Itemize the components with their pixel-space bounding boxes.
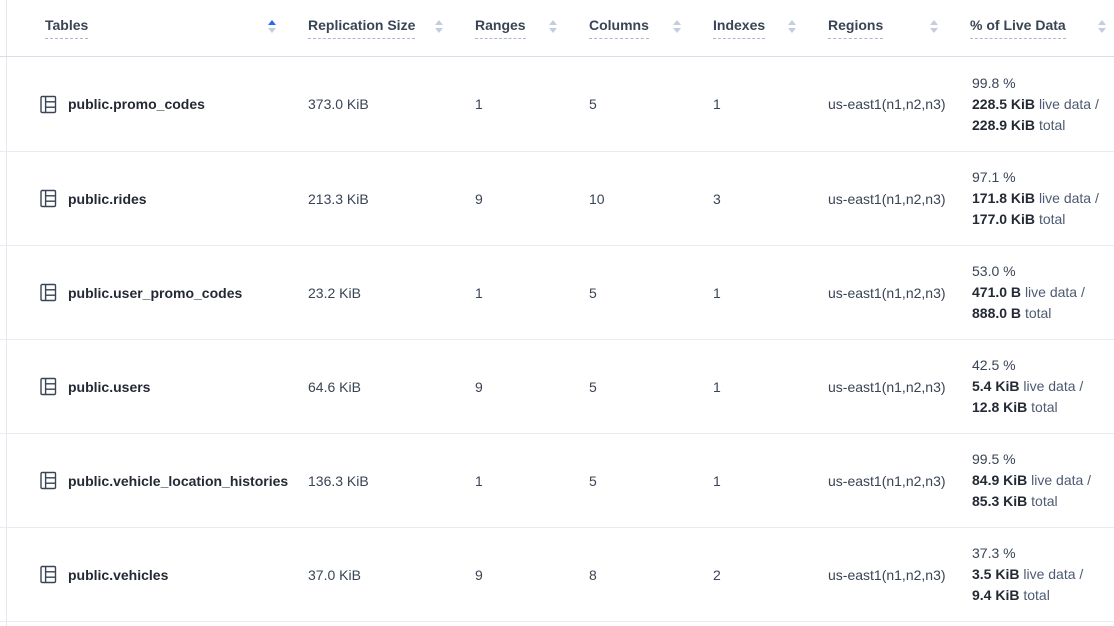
column-header-columns[interactable]: Columns <box>581 17 705 39</box>
regions-value: us-east1(n1,n2,n3) <box>820 96 962 112</box>
sort-icon <box>549 20 557 33</box>
ranges-value: 9 <box>467 567 581 583</box>
live-percent: 97.1 % <box>972 167 1114 188</box>
table-name-link[interactable]: public.promo_codes <box>68 96 205 112</box>
live-data-cell: 53.0 % 471.0 B live data / 888.0 B total <box>962 261 1114 324</box>
column-header-replication-size[interactable]: Replication Size <box>300 17 467 39</box>
columns-value: 5 <box>581 96 705 112</box>
table-name-link[interactable]: public.user_promo_codes <box>68 285 242 301</box>
ranges-value: 1 <box>467 473 581 489</box>
live-percent: 53.0 % <box>972 261 1114 282</box>
live-data-line: 5.4 KiB live data / <box>972 376 1114 397</box>
columns-value: 5 <box>581 379 705 395</box>
sort-icon <box>435 20 443 33</box>
regions-value: us-east1(n1,n2,n3) <box>820 567 962 583</box>
sort-icon <box>930 20 938 33</box>
live-percent: 37.3 % <box>972 543 1114 564</box>
table-name-link[interactable]: public.vehicles <box>68 567 168 583</box>
table-row: public.user_promo_codes 23.2 KiB 1 5 1 u… <box>0 245 1114 339</box>
table-row: public.vehicle_location_histories 136.3 … <box>0 433 1114 527</box>
table-icon <box>40 95 57 114</box>
total-data-line: 888.0 B total <box>972 303 1114 324</box>
total-data-line: 85.3 KiB total <box>972 491 1114 512</box>
live-data-cell: 37.3 % 3.5 KiB live data / 9.4 KiB total <box>962 543 1114 606</box>
regions-value: us-east1(n1,n2,n3) <box>820 285 962 301</box>
table-row: public.rides 213.3 KiB 9 10 3 us-east1(n… <box>0 151 1114 245</box>
sort-icon <box>673 20 681 33</box>
table-row: public.users 64.6 KiB 9 5 1 us-east1(n1,… <box>0 339 1114 433</box>
live-data-cell: 99.8 % 228.5 KiB live data / 228.9 KiB t… <box>962 73 1114 136</box>
column-label: Indexes <box>713 17 765 39</box>
tables-list: Tables Replication Size Ranges Columns I… <box>0 0 1114 622</box>
sort-icon <box>1098 20 1106 33</box>
regions-value: us-east1(n1,n2,n3) <box>820 379 962 395</box>
live-data-cell: 97.1 % 171.8 KiB live data / 177.0 KiB t… <box>962 167 1114 230</box>
regions-value: us-east1(n1,n2,n3) <box>820 191 962 207</box>
live-data-cell: 42.5 % 5.4 KiB live data / 12.8 KiB tota… <box>962 355 1114 418</box>
live-data-line: 171.8 KiB live data / <box>972 188 1114 209</box>
table-row: public.promo_codes 373.0 KiB 1 5 1 us-ea… <box>0 57 1114 151</box>
table-icon <box>40 283 57 302</box>
table-row: public.vehicles 37.0 KiB 9 8 2 us-east1(… <box>0 527 1114 621</box>
live-percent: 99.8 % <box>972 73 1114 94</box>
live-percent: 42.5 % <box>972 355 1114 376</box>
column-header-indexes[interactable]: Indexes <box>705 17 820 39</box>
table-icon <box>40 565 57 584</box>
indexes-value: 1 <box>705 473 820 489</box>
total-data-line: 177.0 KiB total <box>972 209 1114 230</box>
table-icon <box>40 471 57 490</box>
total-data-line: 12.8 KiB total <box>972 397 1114 418</box>
indexes-value: 1 <box>705 96 820 112</box>
columns-value: 5 <box>581 285 705 301</box>
table-icon <box>40 377 57 396</box>
live-data-line: 228.5 KiB live data / <box>972 94 1114 115</box>
column-label: Tables <box>45 17 88 39</box>
table-name-link[interactable]: public.vehicle_location_histories <box>68 473 288 489</box>
ranges-value: 1 <box>467 285 581 301</box>
live-data-line: 3.5 KiB live data / <box>972 564 1114 585</box>
ranges-value: 9 <box>467 379 581 395</box>
indexes-value: 2 <box>705 567 820 583</box>
table-name-link[interactable]: public.rides <box>68 191 147 207</box>
sort-ascending-icon <box>268 20 276 33</box>
columns-value: 10 <box>581 191 705 207</box>
replication-size-value: 136.3 KiB <box>300 473 467 489</box>
column-label: Ranges <box>475 17 526 39</box>
replication-size-value: 213.3 KiB <box>300 191 467 207</box>
table-name-link[interactable]: public.users <box>68 379 150 395</box>
total-data-line: 228.9 KiB total <box>972 115 1114 136</box>
columns-value: 5 <box>581 473 705 489</box>
live-percent: 99.5 % <box>972 449 1114 470</box>
table-header-row: Tables Replication Size Ranges Columns I… <box>0 0 1114 57</box>
indexes-value: 1 <box>705 379 820 395</box>
replication-size-value: 23.2 KiB <box>300 285 467 301</box>
ranges-value: 9 <box>467 191 581 207</box>
replication-size-value: 37.0 KiB <box>300 567 467 583</box>
column-label: Regions <box>828 17 883 39</box>
live-data-line: 471.0 B live data / <box>972 282 1114 303</box>
live-data-cell: 99.5 % 84.9 KiB live data / 85.3 KiB tot… <box>962 449 1114 512</box>
column-label: Replication Size <box>308 17 415 39</box>
live-data-line: 84.9 KiB live data / <box>972 470 1114 491</box>
column-header-tables[interactable]: Tables <box>24 17 300 39</box>
column-label: Columns <box>589 17 649 39</box>
indexes-value: 1 <box>705 285 820 301</box>
replication-size-value: 373.0 KiB <box>300 96 467 112</box>
column-header-regions[interactable]: Regions <box>820 17 962 39</box>
table-body: public.promo_codes 373.0 KiB 1 5 1 us-ea… <box>0 57 1114 622</box>
ranges-value: 1 <box>467 96 581 112</box>
columns-value: 8 <box>581 567 705 583</box>
column-label: % of Live Data <box>970 17 1066 39</box>
column-header-live-data[interactable]: % of Live Data <box>962 17 1114 39</box>
table-icon <box>40 189 57 208</box>
indexes-value: 3 <box>705 191 820 207</box>
sort-icon <box>788 20 796 33</box>
column-header-ranges[interactable]: Ranges <box>467 17 581 39</box>
total-data-line: 9.4 KiB total <box>972 585 1114 606</box>
regions-value: us-east1(n1,n2,n3) <box>820 473 962 489</box>
replication-size-value: 64.6 KiB <box>300 379 467 395</box>
